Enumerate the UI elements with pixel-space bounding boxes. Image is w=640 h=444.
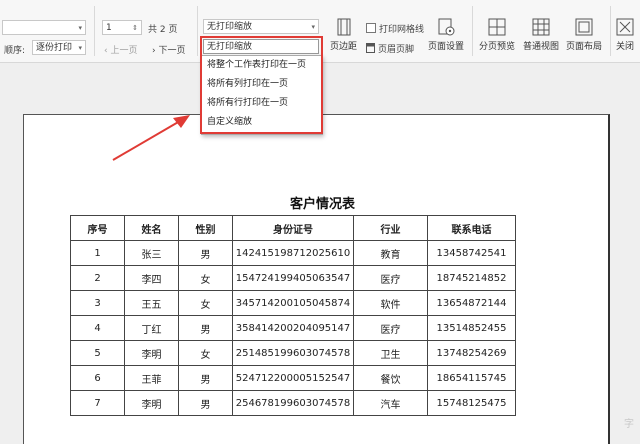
watermark: 字	[624, 419, 634, 430]
annotation-arrow-icon	[112, 115, 190, 161]
